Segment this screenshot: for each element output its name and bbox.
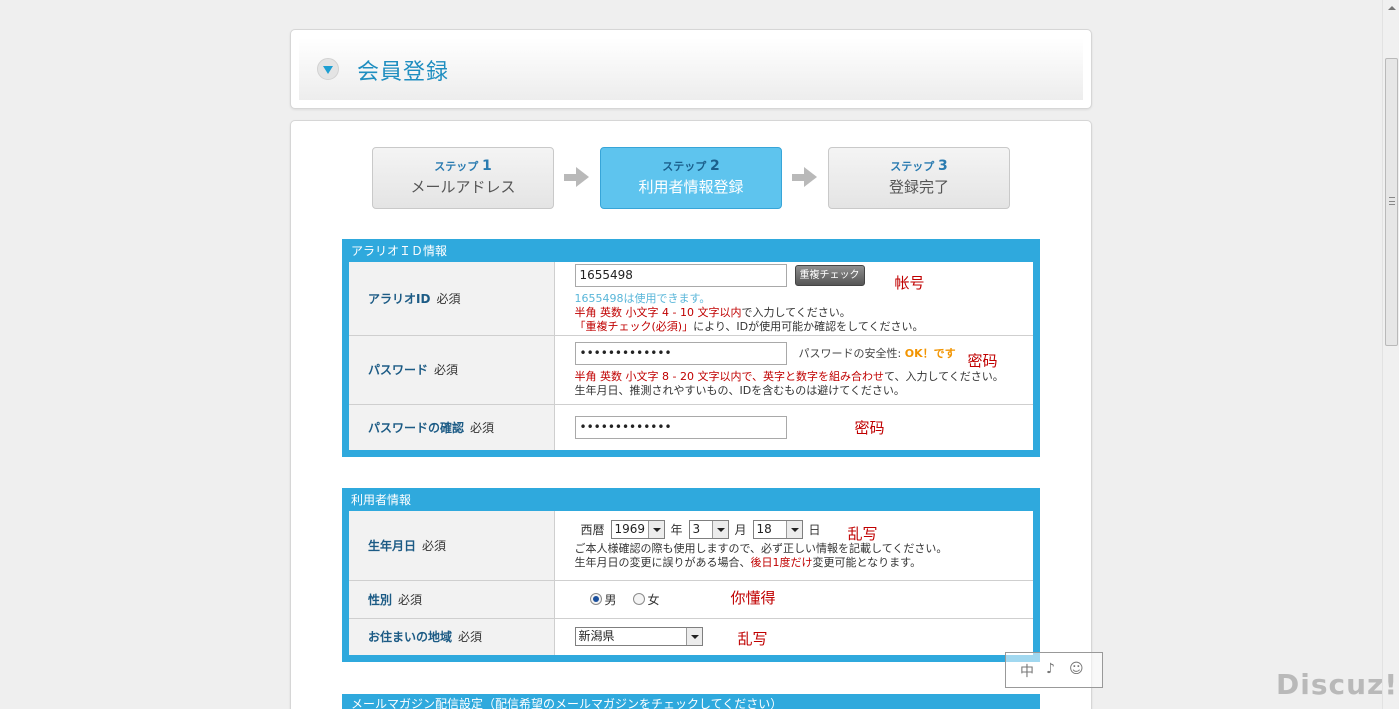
id-label: アラリオID 必須 (349, 262, 555, 336)
chevron-down-icon (711, 521, 728, 539)
user-info-section: 利用者情報 生年月日 必須 西暦 1969 年 3 月 18 日 ご本人様確認の際も使用します… (342, 488, 1040, 662)
page-title: 会員登録 (357, 60, 450, 85)
month-unit: 月 (734, 523, 747, 538)
arrow-right-icon (792, 167, 818, 187)
mail-magazine-section: メールマガジン配信設定（配信希望のメールマガジンをチェックしてください） (342, 694, 1040, 709)
gender-male-label: 男 (604, 592, 617, 607)
page-scrollbar[interactable] (1382, 0, 1399, 709)
gender-female-radio[interactable] (632, 593, 645, 605)
annotation-gender: 你懂得 (730, 588, 776, 607)
section-title: メールマガジン配信設定（配信希望のメールマガジンをチェックしてください） (351, 697, 783, 709)
era-label: 西暦 (580, 523, 605, 538)
region-field-cell: 新潟県 乱写 (554, 618, 1033, 655)
id-available-note: 1655498は使用できます。 (574, 292, 711, 306)
step-1-number: ステップ 1 (434, 158, 492, 174)
password-strength: パスワードの安全性: OK！です (798, 347, 956, 360)
section-title: アラリオＩＤ情報 (351, 244, 448, 258)
step-2-number: ステップ 2 (662, 158, 720, 174)
id-field-cell: 1655498 重複チェック 1655498は使用できます。 半角 英数 小文字 … (554, 262, 1033, 336)
id-check-note: 「重複チェック(必須)」により、IDが使用可能か確認をしてください。 (574, 320, 924, 334)
step-2-label: 利用者情報登録 (638, 178, 744, 196)
watermark-char: 中 (1020, 664, 1034, 680)
chevron-down-icon (785, 521, 802, 539)
id-row: アラリオID 必須 1655498 重複チェック 1655498は使用できます。 半… (349, 262, 1033, 336)
required-badge: 必須 (422, 538, 447, 553)
id-info-table: アラリオID 必須 1655498 重複チェック 1655498は使用できます。 半… (349, 262, 1033, 450)
watermark-char: ♪ (1046, 661, 1055, 677)
birthdate-row: 生年月日 必須 西暦 1969 年 3 月 18 日 ご本人様確認の際も使用しますので、必ず正… (349, 511, 1033, 581)
birthdate-note-1: ご本人様確認の際も使用しますので、必ず正しい情報を記載してください。 (574, 542, 948, 556)
scroll-thumb[interactable] (1385, 58, 1398, 346)
annotation-id: 帐号 (894, 274, 925, 292)
step-1-label: メールアドレス (410, 178, 516, 196)
discuz-watermark-logo: Discuz! (1276, 668, 1399, 701)
password-rule-note: 半角 英数 小文字 8 - 20 文字以内で、英字と数字を組み合わせて、入力して… (574, 369, 1004, 383)
region-select[interactable]: 新潟県 (574, 627, 703, 647)
password-confirm-input[interactable]: ••••••••••••• (574, 415, 787, 439)
title-bar: 会員登録 (299, 38, 1083, 100)
password-field-cell: ••••••••••••• パスワードの安全性: OK！です 半角 英数 小文字 … (554, 335, 1033, 405)
triangle-down-icon (317, 58, 339, 80)
duplicate-check-button[interactable]: 重複チェック (794, 265, 865, 287)
password-confirm-row: パスワードの確認 必須 ••••••••••••• 密码 (349, 404, 1033, 450)
year-select[interactable]: 1969 (610, 520, 665, 540)
required-badge: 必須 (434, 363, 459, 377)
birthdate-field-cell: 西暦 1969 年 3 月 18 日 ご本人様確認の際も使用しますので、必ず正しい情報を記載… (554, 511, 1033, 581)
gender-female-label: 女 (647, 592, 660, 607)
gender-field-cell: 男 女 你懂得 (554, 580, 1033, 619)
password-label: パスワード 必須 (349, 335, 555, 405)
chevron-down-icon (685, 628, 702, 646)
id-info-section: アラリオＩＤ情報 アラリオID 必須 1655498 重複チェック 1655498は… (342, 239, 1040, 457)
day-unit: 日 (808, 523, 821, 538)
password-strength-value: OK！です (904, 347, 956, 360)
password-row: パスワード 必須 ••••••••••••• パスワードの安全性: OK！です 半角… (349, 335, 1033, 405)
year-unit: 年 (670, 523, 683, 538)
month-select[interactable]: 3 (688, 520, 729, 540)
required-badge: 必須 (470, 420, 495, 435)
required-badge: 必須 (398, 592, 423, 607)
required-badge: 必須 (436, 291, 461, 306)
user-info-table: 生年月日 必須 西暦 1969 年 3 月 18 日 ご本人様確認の際も使用しますので、必ず正… (349, 511, 1033, 655)
scroll-grip-icon (1389, 197, 1395, 205)
annotation-birthdate: 乱写 (847, 525, 878, 543)
region-row: お住まいの地域 必須 新潟県 乱写 (349, 618, 1033, 655)
password-input[interactable]: ••••••••••••• (574, 341, 787, 365)
scroll-up-arrow-icon[interactable] (1383, 0, 1399, 17)
step-3: ステップ 3 登録完了 (828, 147, 1010, 209)
password-confirm-label: パスワードの確認 必須 (349, 404, 555, 450)
registration-form-card: ステップ 1 メールアドレス ステップ 2 利用者情報登録 ステップ 3 登録完… (290, 120, 1092, 709)
required-badge: 必須 (458, 630, 483, 645)
region-label: お住まいの地域 必須 (349, 618, 555, 655)
chevron-down-icon (647, 521, 664, 539)
watermark-badge: 中 ♪ ☺ (1005, 652, 1103, 688)
gender-row: 性別 必須 男 女 你懂得 (349, 580, 1033, 619)
password-rule-note-2: 生年月日、推測されやすいもの、IDを含むものは避けてください。 (574, 383, 905, 397)
watermark-char: ☺ (1069, 661, 1084, 677)
day-select[interactable]: 18 (752, 520, 803, 540)
step-2: ステップ 2 利用者情報登録 (600, 147, 782, 209)
annotation-password-confirm: 密码 (854, 418, 885, 437)
step-1: ステップ 1 メールアドレス (372, 147, 554, 209)
id-rule-note: 半角 英数 小文字 4 - 10 文字以内で入力してください。 (574, 306, 851, 320)
gender-label: 性別 必須 (349, 580, 555, 619)
annotation-region: 乱写 (737, 629, 768, 648)
id-input[interactable]: 1655498 (574, 264, 787, 288)
annotation-password: 密码 (967, 351, 998, 370)
birthdate-note-2: 生年月日の変更に誤りがある場合、後日1度だけ変更可能となります。 (574, 556, 922, 570)
step-3-number: ステップ 3 (890, 158, 948, 174)
birthdate-label: 生年月日 必須 (349, 511, 555, 581)
password-confirm-field-cell: ••••••••••••• 密码 (554, 404, 1033, 450)
section-title: 利用者情報 (351, 493, 412, 507)
gender-male-radio[interactable] (589, 593, 602, 605)
arrow-right-icon (564, 167, 590, 187)
step-3-label: 登録完了 (888, 178, 949, 196)
title-card: 会員登録 (290, 29, 1092, 109)
